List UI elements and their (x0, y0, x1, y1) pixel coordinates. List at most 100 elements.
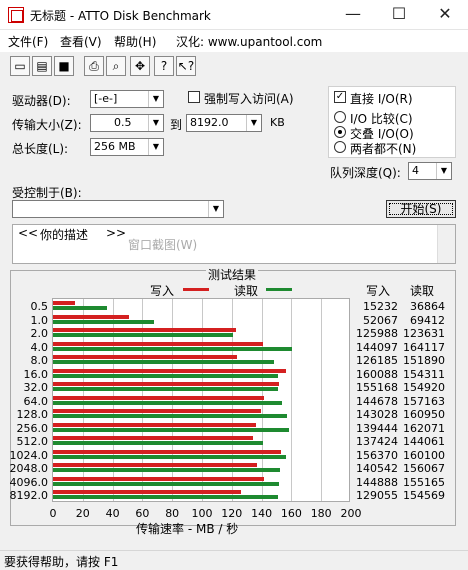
chevron-down-icon: ▼ (148, 115, 163, 131)
row-label: 8.0 (30, 354, 49, 367)
x-tick-label: 140 (251, 507, 273, 520)
menu-localized[interactable]: 汉化: www.upantool.com (176, 33, 322, 50)
read-value: 154569 (403, 489, 445, 502)
row-label: 4.0 (30, 340, 49, 354)
drive-label: 驱动器(D): (12, 94, 71, 108)
menu-file[interactable]: 文件(F) (8, 33, 48, 50)
menu-view[interactable]: 查看(V) (60, 33, 102, 50)
legend-read-swatch (266, 288, 292, 291)
move-icon[interactable]: ✥ (130, 56, 150, 76)
force-write-checkbox[interactable] (188, 91, 200, 103)
write-value: 126185 (356, 354, 398, 367)
description-scrollbar[interactable] (437, 225, 455, 263)
write-value: 140542 (356, 462, 398, 475)
drive-value: [-e-] (94, 92, 118, 105)
row-label: 64.0 (23, 394, 49, 408)
x-tick-label: 100 (191, 507, 213, 520)
x-tick-label: 60 (135, 507, 150, 520)
row-label: 16.0 (23, 367, 49, 381)
x-tick-label: 200 (340, 507, 362, 520)
row-label: 32.0 (23, 381, 49, 394)
transfer-to-select[interactable]: 8192.0 ▼ (186, 114, 262, 132)
read-bar (53, 333, 233, 337)
open-icon[interactable]: ▤ (32, 56, 52, 76)
window-title: 无标题 - ATTO Disk Benchmark (30, 9, 211, 23)
row-label: 0.5 (30, 300, 49, 313)
x-gridline (291, 299, 293, 501)
menu-help[interactable]: 帮助(H) (114, 33, 156, 50)
chevron-down-icon: ▼ (246, 115, 261, 131)
minimize-button[interactable]: — (330, 0, 376, 30)
write-bar (53, 368, 286, 373)
transfer-from-select[interactable]: 0.5 ▼ (90, 114, 164, 132)
read-value: 154311 (403, 367, 445, 381)
queue-depth-label: 队列深度(Q): (330, 166, 401, 180)
description-text: 你的描述 (40, 228, 89, 242)
read-value: 155165 (403, 475, 445, 489)
help-icon[interactable]: ? (154, 56, 174, 76)
write-bar (53, 436, 253, 440)
transfer-to-value: 8192.0 (190, 116, 229, 129)
write-bar (53, 328, 237, 332)
new-icon[interactable]: ▭ (10, 56, 30, 76)
total-length-select[interactable]: 256 MB ▼ (90, 138, 164, 156)
io-neither-label: 两者都不(N) (350, 142, 417, 156)
maximize-button[interactable]: ☐ (376, 0, 422, 30)
preview-icon[interactable]: ⌕ (106, 56, 126, 76)
write-bar (53, 476, 264, 481)
write-value: 125988 (356, 327, 398, 340)
row-label: 2.0 (30, 327, 49, 340)
write-bar (53, 463, 258, 467)
read-bar (53, 387, 279, 391)
write-bar (53, 382, 279, 386)
read-value: 164117 (403, 340, 445, 354)
start-button[interactable]: 开始(S) (386, 200, 456, 218)
x-axis-label: 传输速率 - MB / 秒 (136, 522, 239, 536)
row-label: 512.0 (16, 435, 49, 448)
row-label: 256.0 (16, 421, 49, 435)
write-value: 129055 (356, 489, 398, 502)
read-value: 151890 (403, 354, 445, 367)
row-label: 1024.0 (9, 448, 49, 462)
transfer-from-value: 0.5 (114, 116, 132, 129)
controlled-by-select[interactable]: ▼ (12, 200, 224, 218)
unit-label: KB (270, 116, 285, 129)
x-tick-label: 180 (310, 507, 332, 520)
write-bar (53, 449, 281, 454)
direct-io-checkbox[interactable]: ✓ (334, 91, 346, 103)
queue-depth-select[interactable]: 4 ▼ (408, 162, 452, 180)
read-bar (53, 454, 286, 459)
total-length-value: 256 MB (94, 140, 136, 153)
io-compare-radio[interactable] (334, 111, 346, 123)
x-gridline (321, 299, 323, 501)
io-overlap-radio[interactable] (334, 126, 346, 138)
row-label: 2048.0 (9, 462, 49, 475)
transfer-size-label: 传输大小(Z): (12, 118, 82, 132)
chevron-down-icon: ▼ (208, 201, 223, 217)
row-label: 4096.0 (9, 475, 49, 489)
write-bar (53, 314, 129, 319)
write-value: 144888 (356, 475, 398, 489)
save-icon[interactable]: ■ (54, 56, 74, 76)
write-bar (53, 409, 262, 413)
read-bar (53, 400, 282, 405)
close-button[interactable]: ✕ (422, 0, 468, 30)
context-help-icon[interactable]: ↖? (176, 56, 196, 76)
write-bar (53, 355, 237, 359)
read-value: 160950 (403, 408, 445, 421)
chevron-down-icon: ▼ (148, 91, 163, 107)
write-bar (53, 490, 241, 494)
print-icon[interactable]: ⎙ (84, 56, 104, 76)
read-value: 157163 (403, 394, 445, 408)
column-read-header: 读取 (410, 284, 435, 298)
x-tick-label: 120 (221, 507, 243, 520)
write-value: 137424 (356, 435, 398, 448)
write-value: 160088 (356, 367, 398, 381)
read-value: 144061 (403, 435, 445, 448)
row-label: 128.0 (16, 408, 49, 421)
io-neither-radio[interactable] (334, 141, 346, 153)
write-value: 156370 (356, 448, 398, 462)
drive-select[interactable]: [-e-] ▼ (90, 90, 164, 108)
write-value: 144097 (356, 340, 398, 354)
write-value: 155168 (356, 381, 398, 394)
